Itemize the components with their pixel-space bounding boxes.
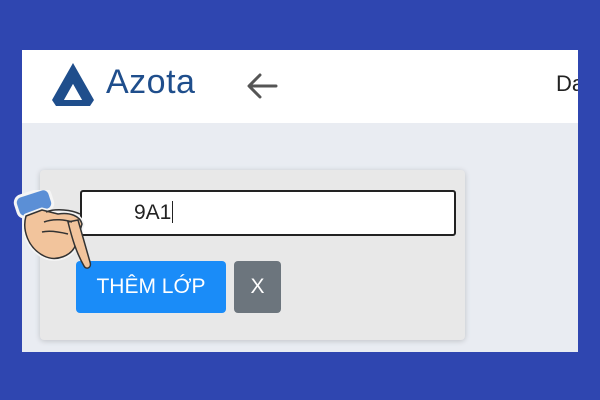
class-name-input[interactable]: 9A1 [80, 190, 456, 236]
pointing-hand-icon [13, 190, 92, 269]
back-arrow-icon[interactable] [244, 70, 280, 102]
close-button[interactable]: X [234, 261, 281, 313]
brand-name[interactable]: Azota [106, 62, 195, 102]
top-navbar: Azota Da [22, 50, 578, 123]
text-caret [172, 201, 174, 223]
azota-logo-icon[interactable] [48, 60, 98, 108]
header-menu-text[interactable]: Da [556, 70, 578, 98]
class-name-value: 9A1 [134, 201, 172, 224]
